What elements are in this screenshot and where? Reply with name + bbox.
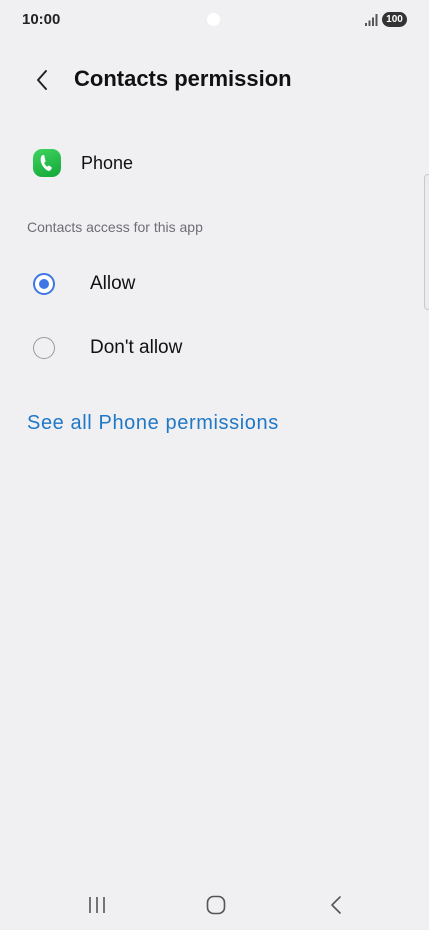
home-button[interactable]	[194, 890, 238, 920]
option-dont-allow[interactable]: Don't allow	[0, 320, 429, 376]
nav-back-button[interactable]	[314, 890, 358, 920]
signal-icon	[365, 14, 378, 26]
status-bar: 10:00 100	[0, 0, 429, 40]
camera-cutout	[207, 13, 220, 26]
navigation-bar	[0, 880, 429, 930]
recents-icon	[89, 897, 105, 913]
app-bar: Contacts permission	[0, 55, 429, 105]
status-time: 10:00	[22, 11, 61, 28]
app-name: Phone	[81, 153, 134, 173]
see-all-permissions-link[interactable]: See all Phone permissions	[27, 412, 279, 435]
recents-button[interactable]	[75, 890, 119, 920]
option-allow[interactable]: Allow	[0, 256, 429, 312]
page-title: Contacts permission	[74, 66, 292, 91]
battery-indicator: 100	[382, 12, 407, 27]
option-label-dont-allow: Don't allow	[90, 337, 183, 358]
option-label-allow: Allow	[90, 273, 136, 294]
chevron-left-icon	[37, 70, 47, 90]
scrollbar-handle[interactable]	[424, 174, 429, 310]
back-button[interactable]	[26, 64, 58, 96]
home-icon	[206, 895, 226, 915]
phone-app-icon	[33, 149, 61, 177]
section-label: Contacts access for this app	[27, 219, 203, 235]
back-arrow-icon	[331, 896, 341, 914]
radio-button-unchecked[interactable]	[33, 337, 55, 359]
app-info-row: Phone	[0, 140, 429, 186]
radio-button-checked[interactable]	[33, 273, 55, 295]
phone-handset-icon	[40, 155, 52, 171]
